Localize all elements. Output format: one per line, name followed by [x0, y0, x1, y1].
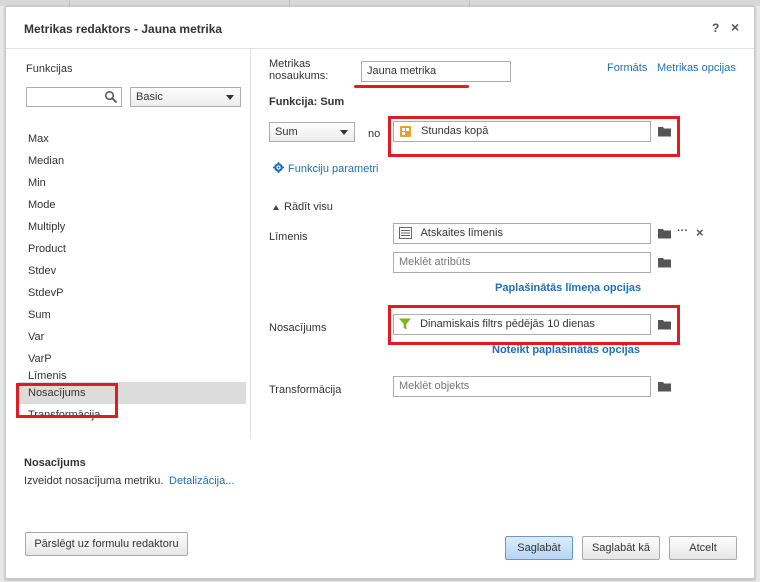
function-heading: Funkcija: Sum — [269, 96, 345, 108]
transformation-search-field[interactable]: Meklēt objekts — [393, 376, 651, 397]
advanced-level-options-link[interactable]: Paplašinātās līmeņa opcijas — [495, 282, 641, 294]
description-title: Nosacījums — [24, 457, 86, 469]
function-item-stdevp[interactable]: StdevP — [18, 282, 246, 304]
metric-definition-pane: Metrikas nosaukums: Jauna metrika Formāt… — [251, 49, 754, 439]
highlight-metric-name — [354, 85, 469, 88]
folder-icon[interactable] — [658, 228, 672, 239]
functions-pane: Funkcijas Basic Max Median Min Mode Mult… — [6, 49, 251, 439]
function-item-mode[interactable]: Mode — [18, 194, 246, 216]
function-parameters-link[interactable]: Funkciju parametri — [288, 163, 378, 175]
fact-field[interactable]: Stundas kopā — [393, 121, 651, 142]
function-category-select[interactable]: Basic — [130, 87, 241, 107]
aggregate-function-select[interactable]: Sum — [269, 122, 355, 142]
metric-name-label-line2: nosaukums: — [269, 70, 329, 82]
close-icon[interactable]: × — [731, 19, 739, 35]
of-label: no — [368, 128, 381, 140]
function-category-value: Basic — [136, 91, 163, 103]
condition-field[interactable]: Dinamiskais filtrs pēdējās 10 dienas — [393, 314, 651, 335]
function-list: Max Median Min Mode Multiply Product Std… — [18, 128, 246, 426]
function-item-max[interactable]: Max — [18, 128, 246, 150]
fact-icon — [400, 125, 411, 137]
gear-icon[interactable] — [273, 162, 284, 173]
folder-icon[interactable] — [658, 126, 672, 137]
help-icon[interactable]: ? — [712, 21, 719, 35]
dialog-title: Metrikas redaktors - Jauna metrika — [24, 22, 223, 36]
metric-editor-dialog: Metrikas redaktors - Jauna metrika ? × F… — [5, 6, 755, 579]
search-icon[interactable] — [104, 90, 118, 104]
triangle-up-icon[interactable] — [273, 205, 279, 210]
switch-to-formula-editor-button[interactable]: Pārslēgt uz formulu redaktoru — [25, 532, 188, 556]
folder-icon[interactable] — [658, 319, 672, 330]
function-item-transformacija[interactable]: Transformācija — [18, 404, 246, 426]
function-item-product[interactable]: Product — [18, 238, 246, 260]
function-item-var[interactable]: Var — [18, 326, 246, 348]
attribute-search-placeholder: Meklēt atribūts — [399, 256, 471, 268]
functions-label: Funkcijas — [26, 63, 73, 75]
fact-value: Stundas kopā — [421, 125, 489, 137]
metric-options-link[interactable]: Metrikas opcijas — [657, 62, 736, 74]
dialog-titlebar: Metrikas redaktors - Jauna metrika ? × — [6, 7, 754, 49]
save-as-button[interactable]: Saglabāt kā — [582, 536, 660, 560]
function-search-input[interactable] — [27, 88, 101, 106]
function-description: Nosacījums Izveidot nosacījuma metriku. … — [6, 439, 754, 519]
function-item-sum[interactable]: Sum — [18, 304, 246, 326]
details-link[interactable]: Detalizācija... — [169, 475, 234, 487]
save-button[interactable]: Saglabāt — [505, 536, 573, 560]
report-level-icon — [399, 227, 412, 240]
function-item-multiply[interactable]: Multiply — [18, 216, 246, 238]
filter-icon — [399, 318, 411, 330]
formats-link[interactable]: Formāts — [607, 62, 647, 74]
transformation-label: Transformācija — [269, 384, 342, 396]
level-value: Atskaites līmenis — [420, 227, 503, 239]
metric-name-value: Jauna metrika — [367, 65, 437, 77]
level-field[interactable]: Atskaites līmenis — [393, 223, 651, 244]
attribute-search-field[interactable]: Meklēt atribūts — [393, 252, 651, 273]
chevron-down-icon — [226, 95, 234, 100]
function-item-stdev[interactable]: Stdev — [18, 260, 246, 282]
function-item-nosacijums[interactable]: Nosacījums — [18, 382, 246, 404]
function-item-median[interactable]: Median — [18, 150, 246, 172]
condition-label: Nosacījums — [269, 322, 327, 334]
cancel-button[interactable]: Atcelt — [669, 536, 737, 560]
show-all-toggle[interactable]: Rādīt visu — [284, 201, 333, 213]
folder-icon[interactable] — [658, 381, 672, 392]
advanced-condition-options-link[interactable]: Noteikt paplašinātās opcijas — [492, 344, 640, 356]
dialog-footer: Pārslēgt uz formulu redaktoru Saglabāt S… — [6, 519, 754, 579]
aggregate-function-value: Sum — [275, 126, 298, 138]
description-text: Izveidot nosacījuma metriku. — [24, 475, 164, 487]
function-item-min[interactable]: Min — [18, 172, 246, 194]
chevron-down-icon — [340, 130, 348, 135]
transformation-search-placeholder: Meklēt objekts — [399, 380, 470, 392]
function-item-varp[interactable]: VarP — [18, 348, 246, 370]
folder-icon[interactable] — [658, 257, 672, 268]
level-label: Līmenis — [269, 231, 308, 243]
metric-name-input[interactable]: Jauna metrika — [361, 61, 511, 82]
function-search-box — [26, 87, 122, 107]
metric-name-label-line1: Metrikas — [269, 58, 311, 70]
condition-value: Dinamiskais filtrs pēdējās 10 dienas — [420, 318, 595, 330]
remove-icon[interactable]: × — [696, 225, 704, 240]
function-item-limenis[interactable]: Līmenis — [18, 370, 246, 382]
more-options-icon[interactable]: ··· — [677, 225, 688, 237]
